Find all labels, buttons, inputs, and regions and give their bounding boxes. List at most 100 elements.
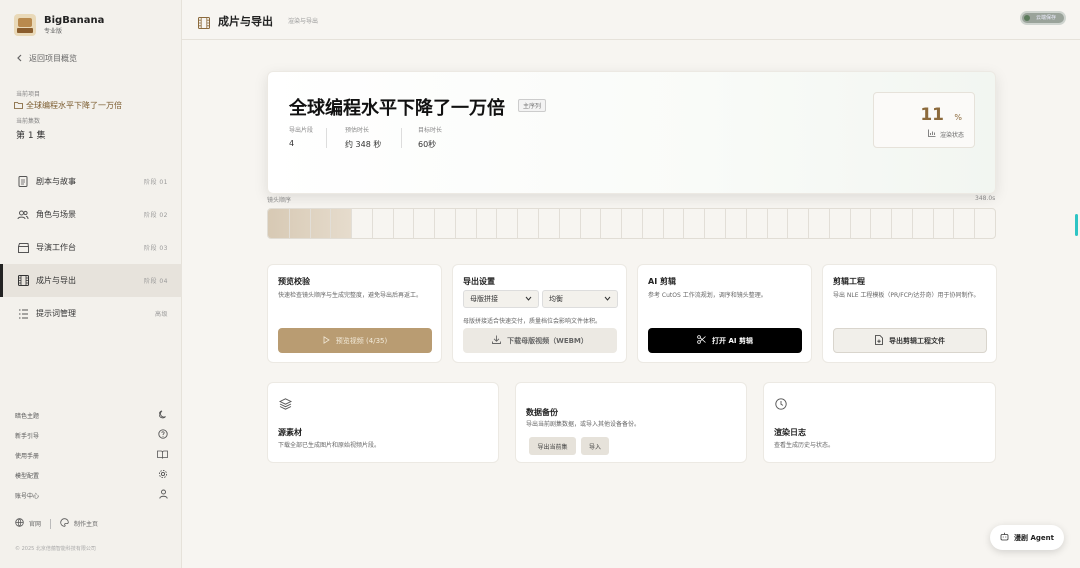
scroll-indicator[interactable] bbox=[1075, 214, 1078, 236]
scissors-icon bbox=[697, 335, 706, 346]
timeline-segment-divider bbox=[392, 209, 394, 238]
timeline-segment-divider bbox=[641, 209, 643, 238]
play-icon bbox=[323, 335, 330, 346]
data-backup-card: 数据备份 导出当前剧集数据，或导入其他设备备份。 导出当前集 导入 bbox=[515, 382, 747, 463]
preview-video-button[interactable]: 预览视频 (4/35) bbox=[278, 328, 432, 353]
stage-tag: 高级 bbox=[154, 311, 168, 318]
timeline-duration: 348.0s bbox=[975, 195, 996, 202]
download-icon bbox=[492, 335, 502, 346]
sidebar-item-label: 角色与场景 bbox=[36, 210, 76, 219]
timeline-segment-divider bbox=[870, 209, 872, 238]
stage-tag: 阶段 02 bbox=[143, 212, 168, 219]
timeline-segment-divider bbox=[953, 209, 955, 238]
stat-value: 60秒 bbox=[418, 140, 437, 149]
dark-theme-toggle[interactable]: 暗色主题 bbox=[0, 405, 182, 425]
timeline-segment-divider bbox=[413, 209, 415, 238]
timeline-segment-divider bbox=[621, 209, 623, 238]
timeline-segment-divider bbox=[849, 209, 851, 238]
timeline-segment-divider bbox=[434, 209, 436, 238]
timeline-label: 镜头顺序 bbox=[267, 197, 292, 204]
timeline-segment-divider bbox=[911, 209, 913, 238]
palette-icon bbox=[60, 518, 69, 529]
shot-timeline[interactable] bbox=[267, 208, 996, 239]
card-desc: 导出 NLE 工程模板（PR/FCP/达芬奇）用于协同制作。 bbox=[833, 292, 980, 299]
current-project-name[interactable]: 全球编程水平下降了一万倍 bbox=[14, 100, 122, 111]
card-title: 导出设置 bbox=[463, 277, 495, 286]
card-desc: 参考 CutOS 工作流规划，调序和镜头整理。 bbox=[648, 292, 767, 299]
timeline-segment-divider bbox=[475, 209, 477, 238]
stat-label: 预估时长 bbox=[345, 127, 370, 134]
timeline-segment-divider bbox=[787, 209, 789, 238]
document-icon bbox=[17, 176, 29, 188]
moon-icon bbox=[158, 410, 168, 421]
current-episode-value: 第 1 集 bbox=[16, 131, 46, 141]
stat-value: 4 bbox=[289, 139, 295, 148]
stat-label: 导出片段 bbox=[289, 127, 314, 134]
import-button[interactable]: 导入 bbox=[581, 437, 609, 455]
stage-nav: 剧本与故事 阶段 01 角色与场景 阶段 02 导演工作台 阶段 03 成片与导… bbox=[0, 165, 182, 330]
timeline-segment-divider bbox=[808, 209, 810, 238]
app-logo bbox=[14, 14, 36, 36]
open-ai-edit-button[interactable]: 打开 AI 剪辑 bbox=[648, 328, 802, 353]
back-to-overview-link[interactable]: 返回项目概览 bbox=[16, 53, 77, 64]
export-episode-button[interactable]: 导出当前集 bbox=[529, 437, 576, 455]
official-site-link[interactable]: 官网 bbox=[29, 519, 41, 528]
export-project-file-button[interactable]: 导出剪辑工程文件 bbox=[833, 328, 987, 353]
account-link[interactable]: 账号中心 bbox=[0, 485, 182, 505]
agent-button[interactable]: 漫剧 Agent bbox=[990, 525, 1064, 550]
stat-est-duration: 预估时长 约 348 秒 bbox=[345, 125, 381, 150]
sidebar-item-label: 导演工作台 bbox=[36, 243, 76, 252]
help-icon bbox=[158, 429, 168, 441]
sequence-badge: 主序列 bbox=[518, 99, 547, 112]
timeline-segment-divider bbox=[538, 209, 540, 238]
toggle-label: 云端保存 bbox=[1036, 15, 1057, 21]
timeline-segment-divider bbox=[974, 209, 976, 238]
cloud-save-toggle[interactable]: 云端保存 bbox=[1020, 11, 1066, 25]
sidebar-item-script[interactable]: 剧本与故事 阶段 01 bbox=[0, 165, 182, 198]
button-label: 预览视频 (4/35) bbox=[335, 336, 388, 345]
film-icon bbox=[17, 275, 29, 287]
export-settings-card: 导出设置 母版拼接 均衡 母版拼接适合快速交付，质量档位会影响文件体积。 下载母… bbox=[452, 264, 627, 363]
app-name: BigBanana bbox=[44, 14, 105, 26]
sidebar-item-label: 提示词管理 bbox=[36, 309, 76, 318]
chevron-left-icon bbox=[16, 54, 23, 64]
project-title: 全球编程水平下降了一万倍 bbox=[289, 98, 505, 119]
export-mode-select[interactable]: 母版拼接 bbox=[463, 290, 539, 308]
studio-home-link[interactable]: 制作主页 bbox=[74, 519, 98, 528]
book-icon bbox=[157, 450, 168, 461]
users-icon bbox=[17, 209, 29, 221]
current-project-label: 当前项目 bbox=[16, 91, 41, 98]
quality-select[interactable]: 均衡 bbox=[542, 290, 618, 308]
footer-links: 官网 制作主页 bbox=[15, 518, 98, 529]
timeline-segment-divider bbox=[828, 209, 830, 238]
brand[interactable]: BigBanana 专业版 bbox=[14, 14, 104, 36]
button-label: 打开 AI 剪辑 bbox=[712, 336, 753, 345]
stage-tag: 阶段 03 bbox=[143, 245, 168, 252]
ai-edit-card: AI 剪辑 参考 CutOS 工作流规划，调序和镜头整理。 打开 AI 剪辑 bbox=[637, 264, 812, 363]
sidebar-utility-links: 暗色主题 新手引导 使用手册 模型配置 账号中心 bbox=[0, 405, 182, 505]
sidebar-item-export[interactable]: 成片与导出 阶段 04 bbox=[0, 264, 182, 297]
clock-icon bbox=[775, 395, 787, 414]
timeline-segment-divider bbox=[662, 209, 664, 238]
card-title: 预览校验 bbox=[278, 277, 310, 286]
card-desc: 快速检查镜头顺序与生成完整度，避免导出后再返工。 bbox=[278, 292, 423, 299]
timeline-segment-divider bbox=[558, 209, 560, 238]
timeline-segment-divider bbox=[932, 209, 934, 238]
source-assets-card[interactable]: 源素材 下载全部已生成图片和原始视频片段。 bbox=[267, 382, 499, 463]
account-label: 账号中心 bbox=[15, 492, 40, 500]
sidebar-item-label: 剧本与故事 bbox=[36, 177, 76, 186]
onboarding-link[interactable]: 新手引导 bbox=[0, 425, 182, 445]
timeline-segment-divider bbox=[517, 209, 519, 238]
download-master-button[interactable]: 下载母版视频（WEBM） bbox=[463, 328, 617, 353]
model-config-link[interactable]: 模型配置 bbox=[0, 465, 182, 485]
render-log-card[interactable]: 渲染日志 查看生成历史与状态。 bbox=[763, 382, 996, 463]
user-icon bbox=[159, 489, 168, 501]
sidebar-item-prompts[interactable]: 提示词管理 高级 bbox=[0, 297, 182, 330]
sidebar-item-director[interactable]: 导演工作台 阶段 03 bbox=[0, 231, 182, 264]
manual-link[interactable]: 使用手册 bbox=[0, 445, 182, 465]
timeline-segment-divider bbox=[330, 209, 332, 238]
sidebar-item-characters[interactable]: 角色与场景 阶段 02 bbox=[0, 198, 182, 231]
project-name-text: 全球编程水平下降了一万倍 bbox=[26, 101, 122, 110]
agent-label: 漫剧 Agent bbox=[1014, 533, 1054, 542]
chevron-down-icon bbox=[525, 295, 532, 303]
